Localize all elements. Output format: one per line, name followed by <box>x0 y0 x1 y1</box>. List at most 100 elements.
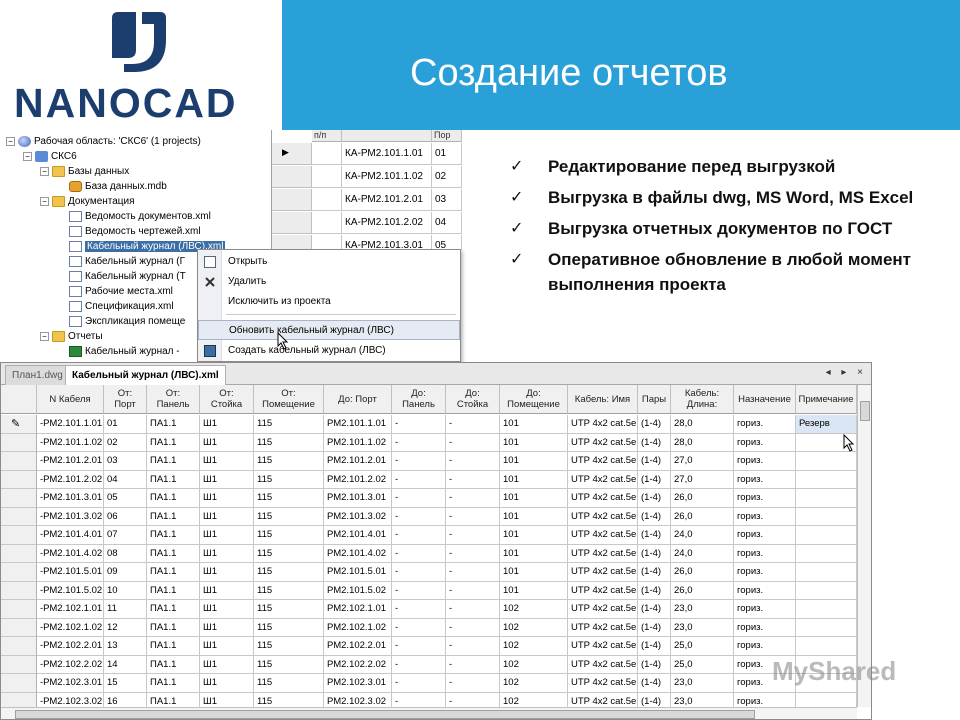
tree-item[interactable]: Ведомость чертежей.xml <box>57 224 201 239</box>
table-cell[interactable]: - <box>446 637 500 656</box>
top-grid-cell[interactable]: КА-РМ2.101.1.01 <box>342 143 432 165</box>
column-header[interactable]: Пары <box>638 385 671 414</box>
table-cell[interactable]: РМ2.101.3.01 <box>324 489 392 508</box>
table-cell[interactable]: UTP 4x2 cat.5e <box>568 452 638 471</box>
column-header[interactable]: От: Панель <box>147 385 200 414</box>
tab-nav-buttons[interactable]: ◂ ▸ × <box>826 367 867 378</box>
table-cell[interactable]: - <box>446 507 500 526</box>
table-cell[interactable]: 23,0 <box>671 674 734 693</box>
table-cell[interactable]: 101 <box>500 526 568 545</box>
row-header[interactable] <box>1 489 37 508</box>
top-grid-row-header[interactable] <box>272 235 312 250</box>
table-cell[interactable]: (1-4) <box>638 600 671 619</box>
table-cell[interactable]: - <box>446 581 500 600</box>
top-grid-row-header[interactable]: ▶ <box>272 143 312 165</box>
table-cell[interactable]: РМ2.102.3.01 <box>324 674 392 693</box>
column-header[interactable]: Кабель: Имя <box>568 385 638 414</box>
table-cell[interactable]: 115 <box>254 618 324 637</box>
row-header[interactable] <box>1 674 37 693</box>
table-cell[interactable]: 115 <box>254 433 324 452</box>
table-cell[interactable]: (1-4) <box>638 415 671 434</box>
top-grid-cell[interactable]: КА-РМ2.101.3.01 <box>342 235 432 250</box>
table-cell[interactable]: Ш1 <box>200 507 254 526</box>
table-cell[interactable] <box>796 600 857 619</box>
table-cell[interactable]: Ш1 <box>200 415 254 434</box>
table-cell[interactable]: ПА1.1 <box>147 600 200 619</box>
table-cell[interactable]: (1-4) <box>638 489 671 508</box>
tree-item[interactable]: Спецификация.xml <box>57 299 174 314</box>
table-cell[interactable]: - <box>392 452 446 471</box>
row-header[interactable] <box>1 563 37 582</box>
column-header[interactable]: Назначение <box>734 385 796 414</box>
table-cell[interactable]: 102 <box>500 655 568 674</box>
table-cell[interactable]: Ш1 <box>200 544 254 563</box>
table-cell[interactable]: 23,0 <box>671 600 734 619</box>
row-header[interactable] <box>1 655 37 674</box>
table-cell[interactable]: - <box>446 433 500 452</box>
table-cell[interactable]: гориз. <box>734 637 796 656</box>
table-cell[interactable] <box>796 544 857 563</box>
table-cell[interactable]: 115 <box>254 489 324 508</box>
table-cell[interactable]: 02 <box>104 433 147 452</box>
table-cell[interactable]: - <box>392 637 446 656</box>
table-cell[interactable]: 115 <box>254 470 324 489</box>
table-cell[interactable]: -РМ2.101.3.02 <box>37 507 104 526</box>
column-header[interactable]: N Кабеля <box>37 385 104 414</box>
tree-item[interactable]: База данных.mdb <box>57 179 167 194</box>
table-cell[interactable]: (1-4) <box>638 544 671 563</box>
table-cell[interactable]: -РМ2.101.1.01 <box>37 415 104 434</box>
table-cell[interactable]: гориз. <box>734 618 796 637</box>
tree-item[interactable]: − Отчеты <box>40 329 103 344</box>
table-cell[interactable]: (1-4) <box>638 637 671 656</box>
table-cell[interactable]: 13 <box>104 637 147 656</box>
table-cell[interactable]: (1-4) <box>638 581 671 600</box>
table-cell[interactable]: 24,0 <box>671 526 734 545</box>
table-cell[interactable]: UTP 4x2 cat.5e <box>568 415 638 434</box>
table-cell[interactable]: ПА1.1 <box>147 655 200 674</box>
table-cell[interactable]: ПА1.1 <box>147 526 200 545</box>
table-cell[interactable]: 101 <box>500 470 568 489</box>
table-cell[interactable]: 26,0 <box>671 489 734 508</box>
table-cell[interactable]: - <box>446 489 500 508</box>
row-header[interactable] <box>1 544 37 563</box>
top-grid-cell[interactable] <box>312 212 342 234</box>
table-cell[interactable]: UTP 4x2 cat.5e <box>568 637 638 656</box>
table-cell[interactable]: 14 <box>104 655 147 674</box>
table-cell[interactable]: 06 <box>104 507 147 526</box>
table-cell[interactable]: 102 <box>500 600 568 619</box>
table-cell[interactable]: гориз. <box>734 526 796 545</box>
horizontal-scrollbar[interactable] <box>1 707 857 719</box>
table-cell[interactable]: 101 <box>500 544 568 563</box>
table-cell[interactable]: гориз. <box>734 452 796 471</box>
table-cell[interactable]: ПА1.1 <box>147 452 200 471</box>
table-cell[interactable]: 101 <box>500 489 568 508</box>
table-cell[interactable]: 101 <box>500 415 568 434</box>
table-cell[interactable]: Ш1 <box>200 563 254 582</box>
table-cell[interactable]: 23,0 <box>671 618 734 637</box>
tree-item[interactable]: Ведомость документов.xml <box>57 209 211 224</box>
table-cell[interactable]: UTP 4x2 cat.5e <box>568 526 638 545</box>
table-cell[interactable]: 11 <box>104 600 147 619</box>
column-header[interactable]: Примечание <box>796 385 857 414</box>
tree-item[interactable]: Рабочие места.xml <box>57 284 173 299</box>
top-grid-cell[interactable] <box>312 189 342 211</box>
table-cell[interactable]: - <box>446 452 500 471</box>
table-cell[interactable]: 115 <box>254 655 324 674</box>
table-cell[interactable]: ПА1.1 <box>147 674 200 693</box>
row-header[interactable]: ✎ <box>1 415 37 434</box>
table-cell[interactable]: 04 <box>104 470 147 489</box>
table-cell[interactable]: 25,0 <box>671 637 734 656</box>
top-grid-cell[interactable] <box>312 235 342 250</box>
table-cell[interactable]: 08 <box>104 544 147 563</box>
table-cell[interactable]: РМ2.101.2.01 <box>324 452 392 471</box>
table-cell[interactable]: Ш1 <box>200 618 254 637</box>
table-cell[interactable]: 115 <box>254 507 324 526</box>
context-menu-item[interactable]: Обновить кабельный журнал (ЛВС) <box>198 320 460 340</box>
table-cell[interactable]: 05 <box>104 489 147 508</box>
table-cell[interactable]: 101 <box>500 452 568 471</box>
column-header[interactable]: От: Порт <box>104 385 147 414</box>
table-cell[interactable]: 27,0 <box>671 470 734 489</box>
tree-item[interactable]: Кабельный журнал - <box>57 344 180 359</box>
column-header[interactable]: До: Стойка <box>446 385 500 414</box>
top-grid-cell[interactable]: КА-РМ2.101.1.02 <box>342 166 432 188</box>
